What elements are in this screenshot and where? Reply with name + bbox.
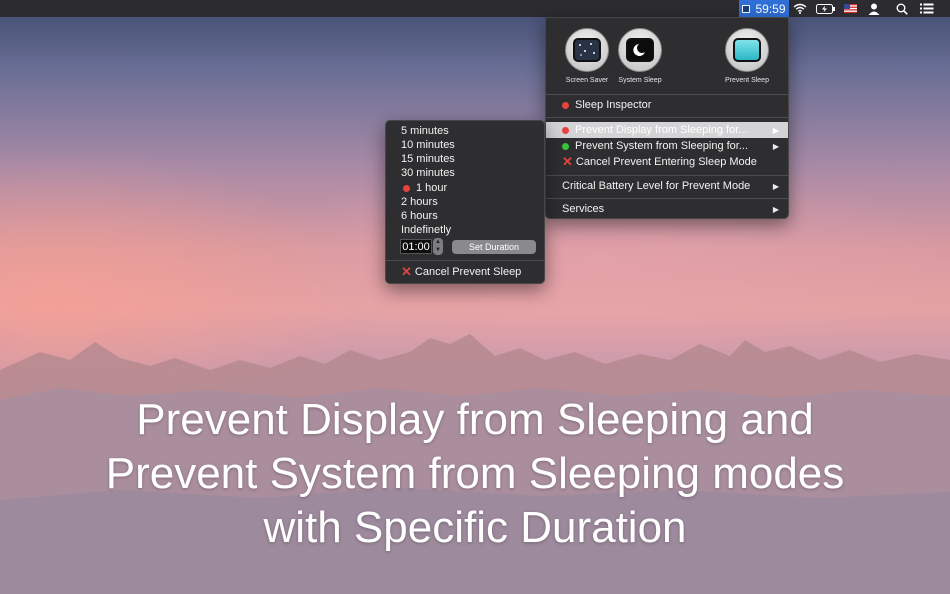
menu-separator xyxy=(546,94,788,95)
menu-separator xyxy=(546,117,788,118)
duration-item-6-hours[interactable]: 6 hours xyxy=(401,209,438,223)
system-sleep-button[interactable]: System Sleep xyxy=(615,28,665,84)
duration-submenu: 5 minutes 10 minutes 15 minutes 30 minut… xyxy=(385,120,545,284)
duration-label: 15 minutes xyxy=(401,153,455,165)
duration-label: 30 minutes xyxy=(401,167,455,179)
duration-label: 10 minutes xyxy=(401,139,455,151)
menu-item-prevent-display[interactable]: Prevent Display from Sleeping for... ▶ xyxy=(546,122,788,138)
list-icon[interactable] xyxy=(917,0,937,17)
screen-saver-label: Screen Saver xyxy=(565,77,609,84)
duration-label: 6 hours xyxy=(401,210,438,222)
battery-icon[interactable] xyxy=(815,0,837,17)
duration-item-indefinetly[interactable]: Indefinetly xyxy=(401,223,451,237)
prevent-sleep-icon xyxy=(725,28,769,72)
headline-line-3: with Specific Duration xyxy=(263,503,687,552)
cancel-prevent-sleep-item[interactable]: ✕ Cancel Prevent Sleep xyxy=(401,265,521,279)
duration-label: 2 hours xyxy=(401,196,438,208)
screen-saver-button[interactable]: Screen Saver xyxy=(562,28,612,84)
red-dot-icon xyxy=(562,101,569,109)
menu-item-label: Sleep Inspector xyxy=(575,99,652,111)
app-status-icon xyxy=(742,4,751,13)
menu-separator xyxy=(386,260,544,261)
duration-label: 5 minutes xyxy=(401,125,449,137)
duration-item-10-minutes[interactable]: 10 minutes xyxy=(401,138,455,152)
duration-item-1-hour[interactable]: 1 hour xyxy=(401,181,447,195)
duration-label: Indefinetly xyxy=(401,224,452,236)
menu-item-label: Critical Battery Level for Prevent Mode xyxy=(562,180,751,192)
x-mark-icon: ✕ xyxy=(401,264,412,279)
flag-icon[interactable] xyxy=(842,0,858,17)
wifi-icon[interactable] xyxy=(791,0,809,17)
menu-item-prevent-system[interactable]: Prevent System from Sleeping for... ▶ xyxy=(546,138,788,154)
timer-label: 59:59 xyxy=(755,1,786,16)
timer-status-item[interactable]: 59:59 xyxy=(739,0,789,17)
prevent-sleep-button[interactable]: Prevent Sleep xyxy=(722,28,772,84)
duration-time-field[interactable]: 01:00 xyxy=(400,239,432,254)
menu-separator xyxy=(546,175,788,176)
headline-line-2: Prevent System from Sleeping modes xyxy=(105,449,845,498)
menu-item-services[interactable]: Services ▶ xyxy=(546,201,788,217)
menu-item-sleep-inspector[interactable]: Sleep Inspector xyxy=(546,97,788,113)
headline-line-1: Prevent Display from Sleeping and xyxy=(136,395,814,444)
duration-item-2-hours[interactable]: 2 hours xyxy=(401,195,438,209)
menu-item-critical-battery[interactable]: Critical Battery Level for Prevent Mode … xyxy=(546,178,788,194)
duration-stepper[interactable]: ▲ ▼ xyxy=(433,238,443,255)
search-icon[interactable] xyxy=(893,0,911,17)
duration-item-30-minutes[interactable]: 30 minutes xyxy=(401,166,455,180)
menu-item-label: Prevent System from Sleeping for... xyxy=(575,140,749,152)
menu-item-cancel-prevent[interactable]: ✕ Cancel Prevent Entering Sleep Mode xyxy=(546,154,788,170)
system-sleep-label: System Sleep xyxy=(618,77,662,84)
submenu-arrow-icon: ▶ xyxy=(772,141,779,151)
menu-item-label: Cancel Prevent Entering Sleep Mode xyxy=(575,156,757,168)
promo-headline: Prevent Display from Sleeping and Preven… xyxy=(0,393,950,555)
cancel-prevent-sleep-label: Cancel Prevent Sleep xyxy=(414,266,522,278)
duration-time-value: 01:00 xyxy=(402,240,430,253)
duration-item-5-minutes[interactable]: 5 minutes xyxy=(401,124,449,138)
menu-bar: 59:59 xyxy=(0,0,950,17)
prevent-sleep-label: Prevent Sleep xyxy=(725,77,769,84)
menu-item-label: Prevent Display from Sleeping for... xyxy=(575,124,748,136)
submenu-arrow-icon: ▶ xyxy=(772,181,779,191)
x-mark-icon: ✕ xyxy=(562,154,573,169)
menu-item-label: Services xyxy=(562,203,605,215)
submenu-arrow-icon: ▶ xyxy=(772,125,779,135)
selected-dot-icon xyxy=(403,184,410,192)
screen-saver-icon xyxy=(565,28,609,72)
set-duration-button[interactable]: Set Duration xyxy=(452,240,536,254)
menu-separator xyxy=(546,198,788,199)
main-dropdown-menu: Screen Saver System Sleep Prevent Sleep … xyxy=(545,17,789,219)
user-icon[interactable] xyxy=(865,0,883,17)
system-sleep-icon xyxy=(618,28,662,72)
submenu-arrow-icon: ▶ xyxy=(772,204,779,214)
red-dot-icon xyxy=(562,126,569,134)
duration-label: 1 hour xyxy=(416,182,448,194)
green-dot-icon xyxy=(562,142,569,150)
duration-item-15-minutes[interactable]: 15 minutes xyxy=(401,152,455,166)
